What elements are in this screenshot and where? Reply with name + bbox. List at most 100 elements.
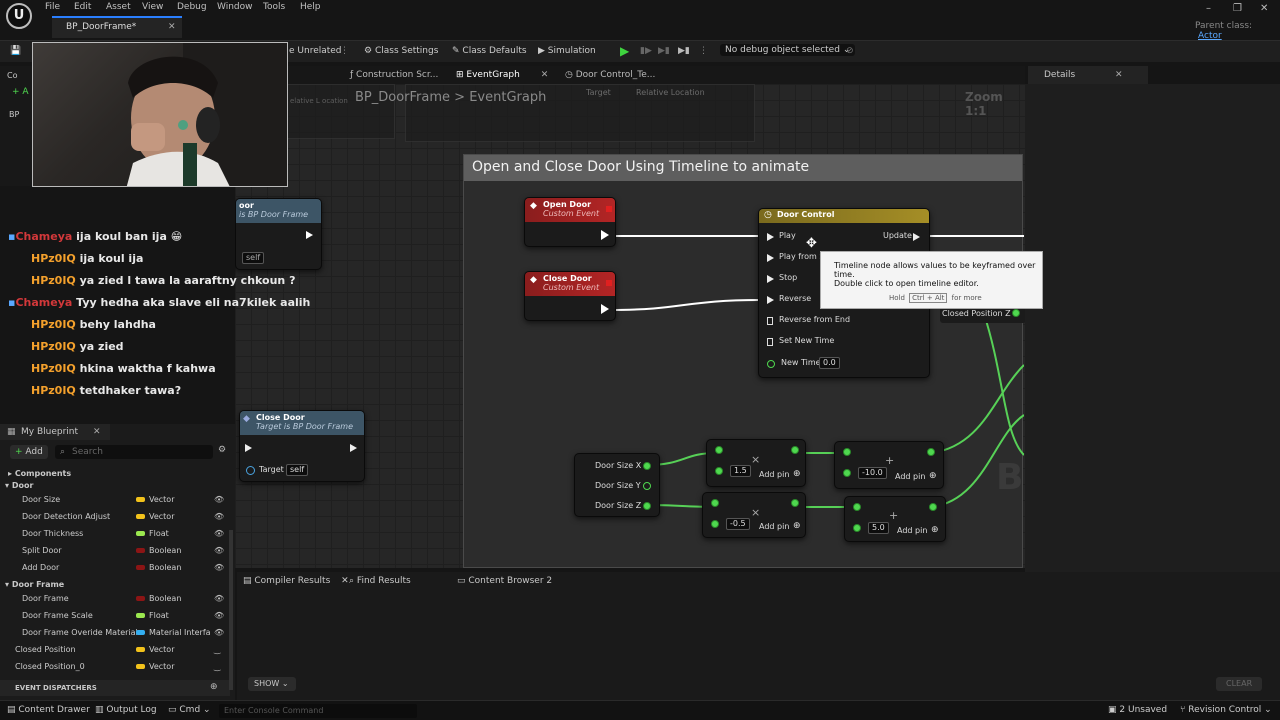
exec-reverse-pin[interactable]: [767, 296, 774, 304]
maximize-icon[interactable]: ❐: [1233, 3, 1242, 14]
class-defaults-button[interactable]: ✎ Class Defaults: [452, 46, 527, 56]
node-close-door-call[interactable]: Close Door Target is BP Door Frame ◆ Tar…: [239, 410, 365, 482]
add-pin-label[interactable]: Add pin: [895, 472, 925, 481]
input-b-pin[interactable]: [711, 520, 719, 528]
add-pin-label[interactable]: Add pin: [759, 470, 789, 479]
add-pin-icon[interactable]: ⊕: [929, 471, 937, 481]
variable-row[interactable]: Closed Position_0 Vector ‿: [0, 659, 230, 676]
input-b-pin[interactable]: [853, 524, 861, 532]
variable-row[interactable]: Door Frame Boolean 👁: [0, 591, 230, 608]
settings-gear-icon[interactable]: ⚙: [218, 445, 226, 455]
add-button[interactable]: + Add: [10, 445, 48, 459]
tab-event-graph[interactable]: ⊞ EventGraph ✕: [456, 70, 548, 80]
event-graph-canvas[interactable]: elative L ocation Target Relative Locati…: [235, 84, 1025, 568]
add-pin-icon[interactable]: ⊕: [793, 521, 801, 531]
exec-in-pin[interactable]: [245, 444, 252, 452]
add-pin-label[interactable]: Add pin: [759, 522, 789, 531]
step-over-icon[interactable]: ▶▮: [658, 46, 670, 56]
eye-icon[interactable]: 👁: [214, 594, 224, 603]
new-time-pin[interactable]: [767, 360, 775, 368]
exec-reverse-from-end-pin[interactable]: [767, 317, 773, 325]
input-a-pin[interactable]: [853, 503, 861, 511]
variable-row[interactable]: Door Frame Overide Material Material Inte…: [0, 625, 230, 642]
cmd-dropdown[interactable]: ▭ Cmd ⌄: [168, 705, 211, 715]
add-1-value[interactable]: -10.0: [858, 467, 887, 479]
eye-closed-icon[interactable]: ‿: [214, 662, 220, 671]
variable-row[interactable]: Door Frame Scale Float 👁: [0, 608, 230, 625]
add-pin-icon[interactable]: ⊕: [793, 469, 801, 479]
tab-content-browser[interactable]: ▭ Content Browser 2: [457, 576, 552, 586]
tab-compiler-results[interactable]: ▤ Compiler Results ✕: [243, 576, 349, 586]
output-pin[interactable]: [791, 446, 799, 454]
details-tab[interactable]: Details ✕: [1028, 66, 1148, 84]
my-blueprint-tab[interactable]: ▦ My Blueprint ✕: [0, 424, 110, 440]
bp-tree-partial[interactable]: BP: [9, 110, 19, 119]
variable-row[interactable]: Door Thickness Float 👁: [0, 526, 230, 543]
components-tab-partial[interactable]: Co: [7, 71, 17, 80]
tab-door-control-timeline[interactable]: ◷ Door Control_Te...: [565, 70, 655, 80]
eye-icon[interactable]: 👁: [214, 512, 224, 521]
eye-icon[interactable]: 👁: [214, 563, 224, 572]
output-pin[interactable]: [791, 499, 799, 507]
eye-closed-icon[interactable]: ‿: [214, 645, 220, 654]
variable-row[interactable]: Add Door Boolean 👁: [0, 560, 230, 577]
comment-box[interactable]: Open and Close Door Using Timeline to an…: [463, 154, 1025, 568]
close-window-icon[interactable]: ✕: [1260, 3, 1268, 14]
close-details-icon[interactable]: ✕: [1115, 70, 1123, 80]
components-category[interactable]: ▸ Components: [8, 469, 71, 478]
step-out-icon[interactable]: ▶▮: [678, 46, 690, 56]
breadcrumb-blueprint[interactable]: BP_DoorFrame: [355, 90, 450, 105]
exec-set-new-time-pin[interactable]: [767, 338, 773, 346]
content-drawer-button[interactable]: ▤ Content Drawer: [7, 705, 90, 715]
menu-file[interactable]: File: [45, 2, 60, 12]
scrollbar[interactable]: [229, 530, 233, 690]
door-size-y-pin[interactable]: [643, 482, 651, 490]
exec-update-pin[interactable]: [913, 233, 920, 241]
document-tab[interactable]: BP_DoorFrame* ✕: [52, 16, 182, 38]
node-close-door-event[interactable]: Close Door Custom Event ◆: [524, 271, 616, 321]
delegate-pin[interactable]: [606, 280, 612, 286]
exec-play-pin[interactable]: [767, 233, 774, 241]
hide-unrelated-button[interactable]: e Unrelated: [289, 46, 342, 56]
variable-row[interactable]: Split Door Boolean 👁: [0, 543, 230, 560]
multiply-1-value[interactable]: 1.5: [730, 465, 751, 477]
step-icon[interactable]: ▮▶: [640, 46, 652, 56]
input-a-pin[interactable]: [711, 499, 719, 507]
tab-find-results[interactable]: ⌕ Find Results: [349, 576, 411, 586]
add-pin-label[interactable]: Add pin: [897, 526, 927, 535]
menu-view[interactable]: View: [142, 2, 163, 12]
debug-more-icon[interactable]: ⋮: [699, 46, 708, 56]
add-pin-icon[interactable]: ⊕: [931, 525, 939, 535]
console-input[interactable]: Enter Console Command: [219, 704, 417, 718]
node-left-partial[interactable]: oor is BP Door Frame self: [235, 198, 322, 270]
door-size-x-pin[interactable]: [643, 462, 651, 470]
exec-out-pin[interactable]: [350, 444, 357, 452]
eye-icon[interactable]: 👁: [214, 529, 224, 538]
debug-object-dropdown[interactable]: No debug object selected ⌄: [720, 44, 856, 56]
exec-out-pin[interactable]: [306, 231, 313, 239]
eye-icon[interactable]: 👁: [214, 546, 224, 555]
debug-filter-icon[interactable]: ⊘: [846, 46, 854, 56]
new-time-value[interactable]: 0.0: [819, 357, 840, 369]
more-options-icon[interactable]: ⋮: [340, 46, 349, 56]
exec-out-pin[interactable]: [601, 304, 609, 314]
node-break-door-size[interactable]: Door Size X Door Size Y Door Size Z: [574, 453, 660, 517]
closed-position-pin[interactable]: [1012, 309, 1020, 317]
input-a-pin[interactable]: [843, 448, 851, 456]
close-tab-icon[interactable]: ✕: [541, 70, 549, 80]
node-add-2[interactable]: 5.0 + Add pin ⊕: [844, 496, 946, 542]
node-add-1[interactable]: -10.0 + Add pin ⊕: [834, 441, 944, 489]
target-pin[interactable]: [246, 466, 255, 475]
menu-asset[interactable]: Asset: [106, 2, 131, 12]
output-pin[interactable]: [929, 503, 937, 511]
add-dispatcher-icon[interactable]: ⊕: [210, 682, 218, 692]
show-button[interactable]: SHOW ⌄: [248, 677, 296, 691]
variable-row[interactable]: Door Size Vector 👁: [0, 492, 230, 509]
multiply-2-value[interactable]: -0.5: [726, 518, 750, 530]
door-size-z-pin[interactable]: [643, 502, 651, 510]
door-category[interactable]: ▾ Door: [5, 481, 33, 490]
input-b-pin[interactable]: [843, 469, 851, 477]
input-a-pin[interactable]: [715, 446, 723, 454]
node-open-door-event[interactable]: Open Door Custom Event ◆: [524, 197, 616, 247]
add-component-partial[interactable]: + A: [12, 87, 29, 97]
